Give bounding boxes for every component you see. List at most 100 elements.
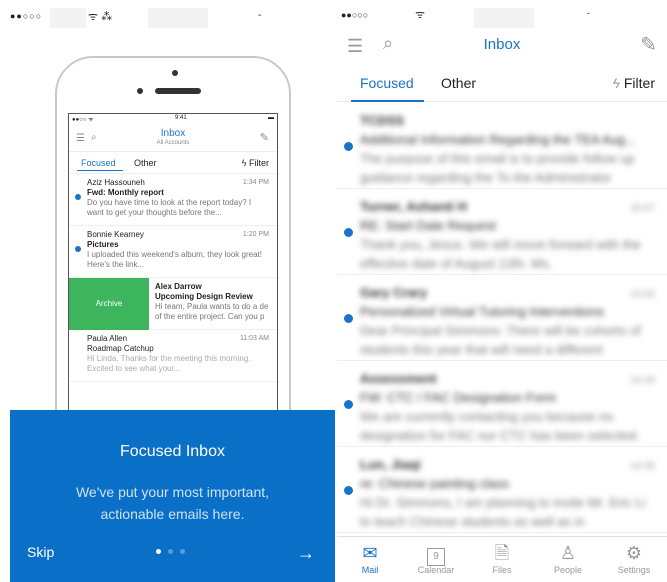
- mini-tabs: Focused Other ϟ Filter: [69, 152, 277, 174]
- people-icon: ♙: [559, 543, 577, 563]
- page-dot: [156, 549, 161, 554]
- email-preview: Dear Principal Simmons: There will be co…: [360, 323, 641, 357]
- tab-underline: [351, 100, 424, 102]
- tab-people[interactable]: ♙ People: [535, 537, 601, 582]
- filter-button[interactable]: ϟ Filter: [612, 75, 655, 91]
- mini-tab-other: Other: [134, 158, 157, 168]
- tab-label: Files: [492, 565, 512, 575]
- email-sender: TCDSS: [360, 113, 405, 128]
- list-item[interactable]: 14:43 Assessment FW: CTC / FAC Designati…: [337, 361, 667, 447]
- status-bar: ●●○○○ ᯤ ⁂ -: [0, 0, 335, 34]
- page-title: Inbox: [483, 36, 521, 53]
- email-sender: Turner, Ashanti H: [360, 199, 467, 214]
- tab-underline: [77, 170, 123, 171]
- redacted-block: [148, 8, 208, 28]
- inbox-header: ☰ ⌕ Inbox ✎: [337, 28, 667, 64]
- unread-dot: [344, 486, 353, 495]
- tab-mail[interactable]: ✉ Mail: [337, 537, 403, 582]
- email-preview: I uploaded this weekend's album, they lo…: [87, 250, 262, 269]
- mini-tab-focused: Focused: [81, 158, 116, 168]
- email-preview: Do you have time to look at the report t…: [87, 198, 252, 217]
- email-subject: Roadmap Catchup: [87, 344, 154, 353]
- onboarding-text: We've put your most important, actionabl…: [75, 484, 270, 522]
- bottom-tab-bar: ✉ Mail 9 Calendar 🗎 Files ♙ People ⚙ Set…: [337, 536, 667, 582]
- sensor-icon: [137, 88, 143, 94]
- battery-icon: -: [258, 10, 262, 21]
- settings-icon: ⚙: [625, 543, 643, 563]
- email-sender: Lun, Jiaqi: [360, 457, 421, 472]
- signal-icon: ●●○○○: [341, 10, 369, 20]
- unread-dot: [344, 314, 353, 323]
- email-preview: Hi team, Paula wants to do a de of the e…: [155, 302, 269, 321]
- email-sender: Assessment: [360, 371, 437, 386]
- list-item: 1:34 PM Aziz Hassouneh Fwd: Monthly repo…: [69, 174, 277, 226]
- list-item: 1:20 PM Bonnie Kearney Pictures I upload…: [69, 226, 277, 278]
- tab-other[interactable]: Other: [441, 75, 476, 91]
- email-subject: Upcoming Design Review: [155, 292, 253, 301]
- email-subject: Pictures: [87, 240, 119, 249]
- onboarding-screen: ●●○○○ ᯤ ⁂ - ●●○○ ᯤ 9:41 ▬ ☰ ⌕ Inbox All Ac…: [0, 0, 335, 582]
- email-sender: Alex Darrow: [155, 282, 202, 291]
- files-icon: 🗎: [494, 543, 510, 563]
- email-subject: Fwd: Monthly report: [87, 188, 164, 197]
- unread-dot: [344, 228, 353, 237]
- list-item[interactable]: 14:52 Gary Crary Personalized Virtual Tu…: [337, 275, 667, 361]
- email-preview: We are currently contacting you because …: [360, 409, 640, 443]
- battery-icon: -: [587, 8, 590, 18]
- signal-icon: ●●○○○: [10, 11, 43, 21]
- tab-settings[interactable]: ⚙ Settings: [601, 537, 667, 582]
- email-preview: The purpose of this email is to provide …: [360, 151, 635, 185]
- status-bar: ●●○○○ ᯤ -: [337, 0, 667, 30]
- email-subject: Personalized Virtual Tutoring Interventi…: [360, 304, 605, 319]
- redacted-block: [474, 8, 534, 28]
- compose-icon[interactable]: ✎: [640, 32, 657, 57]
- email-sender: Aziz Hassouneh: [87, 178, 145, 187]
- email-subject: RE: Start Date Request: [360, 218, 496, 233]
- filter-icon: ϟ: [612, 75, 620, 91]
- email-sender: Bonnie Kearney: [87, 230, 144, 239]
- list-item[interactable]: TCDSS Additional Information Regarding t…: [337, 103, 667, 189]
- mini-header: ☰ ⌕ Inbox All Accounts ✎: [69, 124, 277, 152]
- email-sender: Gary Crary: [360, 285, 428, 300]
- tab-calendar[interactable]: 9 Calendar: [403, 537, 469, 582]
- compose-icon: ✎: [259, 132, 269, 144]
- tab-focused[interactable]: Focused: [360, 75, 414, 91]
- onboarding-title: Focused Inbox: [120, 443, 225, 460]
- list-item[interactable]: 14:35 Lun, Jiaqi re: Chinese painting cl…: [337, 447, 667, 533]
- redacted-block: [50, 8, 86, 28]
- list-item[interactable]: 15:07 Turner, Ashanti H RE: Start Date R…: [337, 189, 667, 275]
- wifi-icon: ᯤ: [415, 9, 426, 21]
- email-time: 1:34 PM: [242, 179, 269, 186]
- tab-label: People: [553, 565, 583, 575]
- email-subject: re: Chinese painting class: [360, 476, 509, 491]
- mini-inbox-title: Inbox: [160, 128, 186, 139]
- email-preview: Hi Dr. Simmons, I am planning to invite …: [360, 495, 646, 529]
- email-time: 1:20 PM: [242, 231, 269, 238]
- email-time: 11:03 AM: [239, 335, 269, 342]
- mini-status-bar: ●●○○ ᯤ 9:41 ▬: [72, 115, 274, 123]
- onboarding-panel: Focused Inbox We've put your most import…: [10, 410, 335, 582]
- skip-button[interactable]: Skip: [27, 544, 54, 560]
- camera-icon: [172, 70, 178, 76]
- speaker-icon: [155, 88, 201, 94]
- email-subject: Additional Information Regarding the TEA…: [360, 132, 636, 147]
- tab-files[interactable]: 🗎 Files: [469, 537, 535, 582]
- unread-dot: [344, 400, 353, 409]
- screenshot: ●●○○○ ᯤ ⁂ - ●●○○ ᯤ 9:41 ▬ ☰ ⌕ Inbox All Ac…: [0, 0, 667, 582]
- next-arrow-icon[interactable]: →: [297, 543, 315, 564]
- list-item: Archive Alex Darrow Upcoming Design Revi…: [69, 278, 277, 330]
- email-preview: Hi Linda, Thanks for the meeting this mo…: [87, 354, 251, 373]
- mini-inbox-subtitle: All Accounts: [156, 140, 190, 146]
- filter-label: Filter: [623, 75, 655, 91]
- email-subject: FW: CTC / FAC Designation Form: [360, 390, 557, 405]
- unread-dot: [344, 142, 353, 151]
- email-preview: Thank you, Jesus. We will move forward w…: [360, 237, 641, 271]
- mail-icon: ✉: [362, 543, 378, 563]
- calendar-icon: 9: [403, 541, 469, 566]
- email-list: TCDSS Additional Information Regarding t…: [337, 103, 667, 533]
- tab-label: Calendar: [417, 565, 455, 575]
- page-dot: [168, 549, 173, 554]
- tab-label: Settings: [617, 565, 651, 575]
- tab-label: Mail: [361, 565, 379, 575]
- archive-action: Archive: [69, 278, 149, 330]
